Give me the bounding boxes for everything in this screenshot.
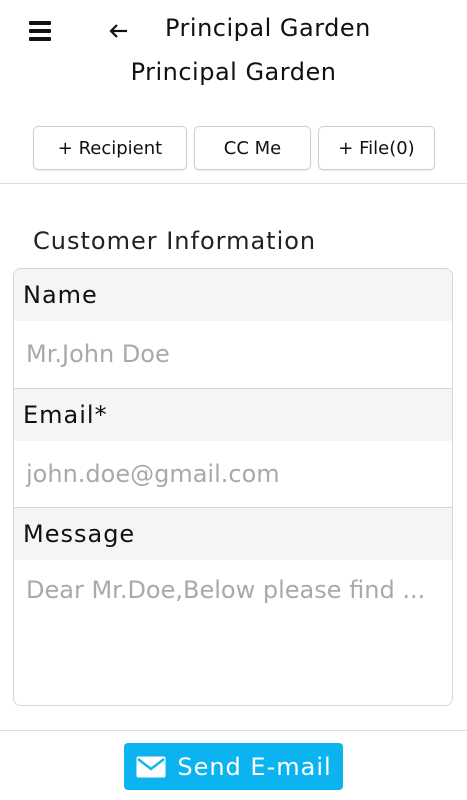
email-input[interactable]: [14, 441, 452, 507]
hamburger-menu-icon[interactable]: [29, 21, 51, 41]
send-email-button[interactable]: Send E-mail: [124, 743, 343, 790]
envelope-icon: [135, 755, 167, 779]
add-file-button[interactable]: + File(0): [318, 126, 435, 170]
message-textarea[interactable]: [14, 560, 452, 705]
page-title: Principal Garden: [130, 58, 337, 86]
top-divider: [0, 183, 467, 184]
customer-info-form: Name Email* Message: [13, 268, 453, 706]
add-recipient-button[interactable]: + Recipient: [33, 126, 187, 170]
send-email-label: Send E-mail: [177, 752, 332, 781]
header-title: Principal Garden: [165, 14, 371, 42]
arrow-left-icon[interactable]: [108, 20, 130, 42]
email-compose-screen: Principal Garden Principal Garden + Reci…: [0, 0, 467, 800]
bottom-divider: [0, 730, 467, 731]
section-title: Customer Information: [33, 227, 317, 255]
name-input[interactable]: [14, 321, 452, 387]
cc-me-button[interactable]: CC Me: [194, 126, 311, 170]
email-label: Email*: [14, 389, 452, 441]
name-label: Name: [14, 269, 452, 321]
message-label: Message: [14, 508, 452, 560]
